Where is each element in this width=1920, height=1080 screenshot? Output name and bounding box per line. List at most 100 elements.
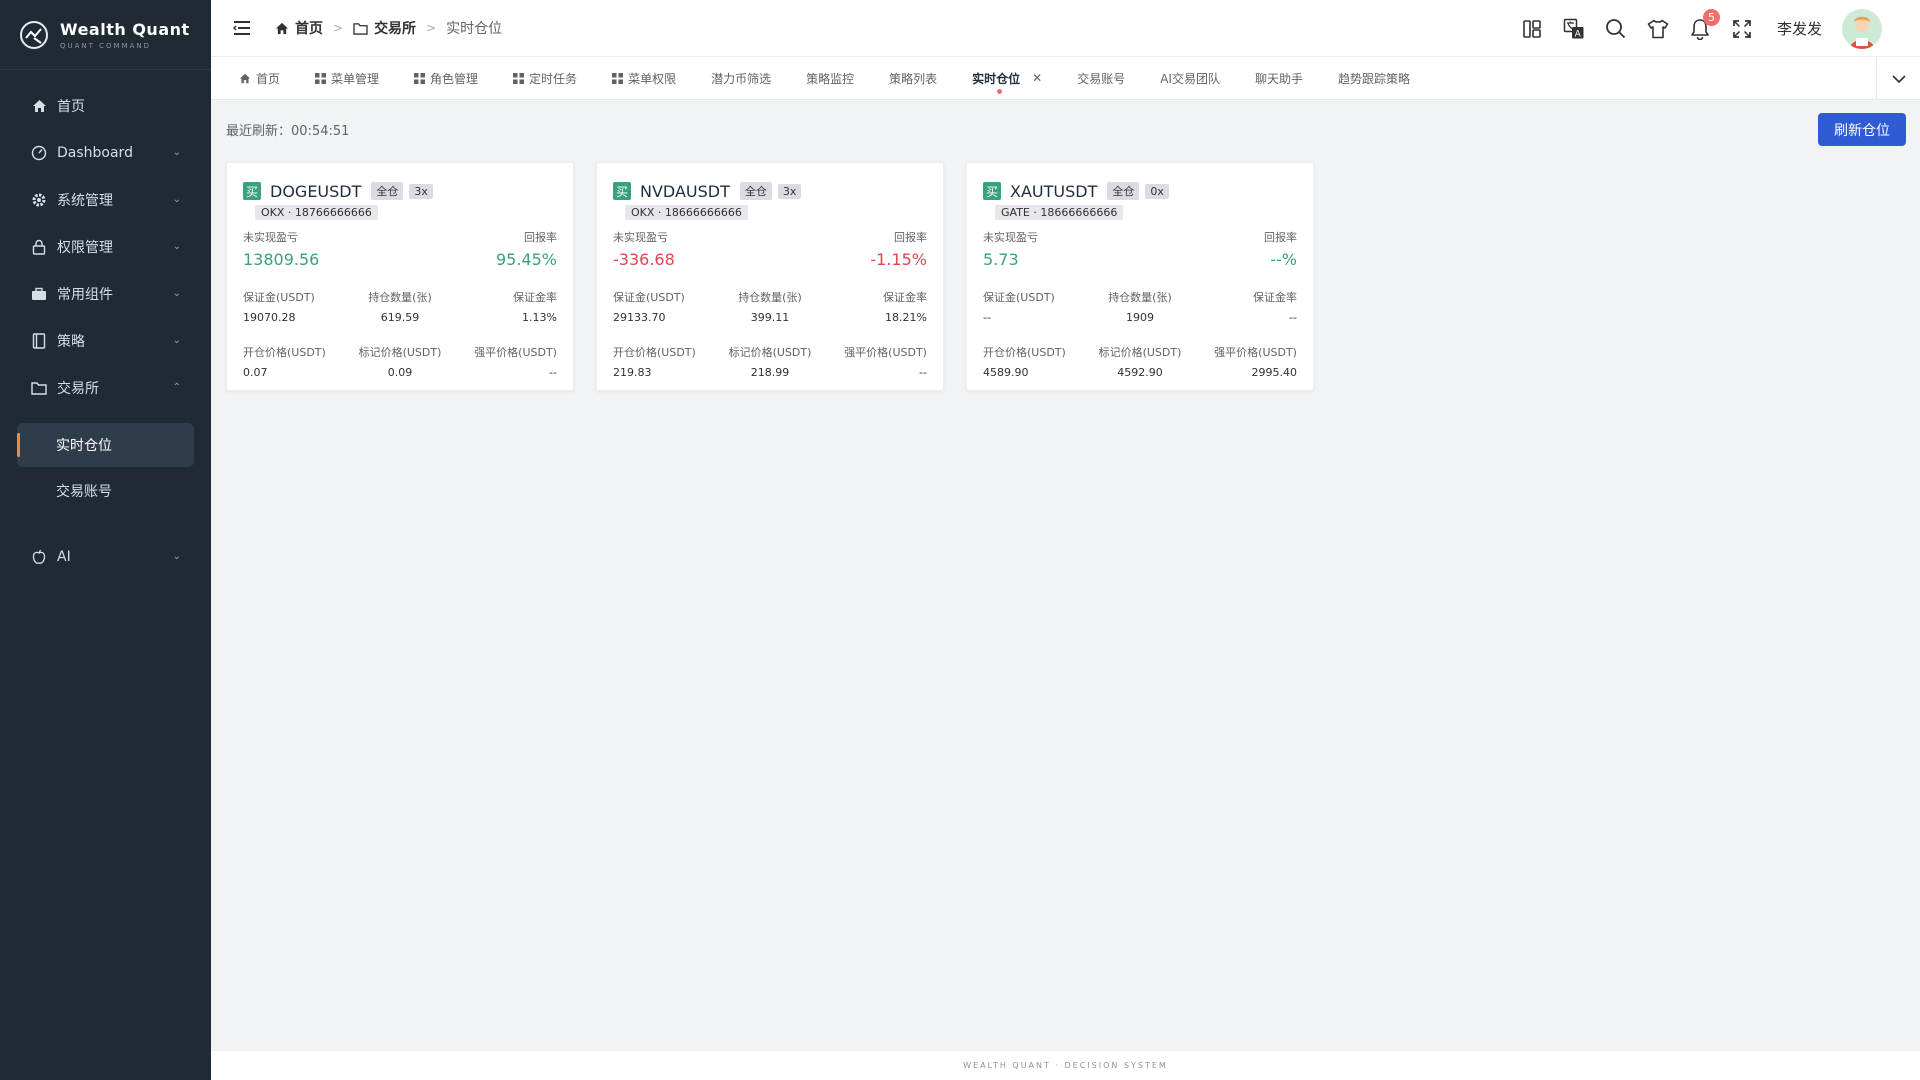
entry-price-value: 4589.90 — [983, 366, 1029, 379]
account-tag: OKX · 18766666666 — [255, 205, 378, 220]
account-tag: GATE · 18666666666 — [995, 205, 1124, 220]
margin-value: 29133.70 — [613, 311, 666, 324]
apple-icon — [31, 549, 47, 565]
margin-mode-tag: 全仓 — [739, 182, 772, 200]
bell-icon[interactable]: 5 — [1689, 8, 1720, 40]
entry-price-value: 0.07 — [243, 366, 268, 379]
sidebar-item-dashboard[interactable]: Dashboard ⌄ — [0, 129, 211, 176]
sidebar-menu: 首页 Dashboard ⌄ 系统管理 ⌄ 权限管理 ⌄ 常用组件 ⌄ 策略 ⌄ — [0, 82, 211, 580]
brand-logo[interactable]: Wealth Quant QUANT COMMAND — [0, 0, 211, 70]
brand-subtitle: QUANT COMMAND — [60, 41, 152, 50]
tab-role-management[interactable]: 角色管理 — [414, 57, 478, 100]
tab-trend-following[interactable]: 趋势跟踪策略 — [1338, 57, 1410, 100]
sidebar-item-label: AI — [57, 548, 71, 565]
chevron-down-icon: ⌄ — [172, 241, 181, 252]
last-refresh-time: 00:54:51 — [291, 124, 350, 139]
pnl-label: 未实现盈亏 — [613, 231, 668, 244]
liq-price-value: -- — [919, 366, 927, 379]
leverage-tag: 0x — [1145, 183, 1169, 199]
home-icon — [31, 98, 47, 114]
tab-strategy-list[interactable]: 策略列表 — [889, 57, 937, 100]
sidebar-subitem-label: 实时仓位 — [56, 438, 112, 454]
roe-value: -1.15% — [870, 250, 927, 269]
margin-rate-label: 保证金率 — [1252, 291, 1297, 304]
sidebar-item-exchange[interactable]: 交易所 ⌃ — [0, 364, 211, 411]
symbol: XAUTUSDT — [1010, 181, 1098, 201]
tab-menu-management[interactable]: 菜单管理 — [315, 57, 379, 100]
liq-price-value: 2995.40 — [1251, 366, 1297, 379]
tab-trading-accounts[interactable]: 交易账号 — [1077, 57, 1125, 100]
brand-name: Wealth Quant — [60, 19, 190, 39]
margin-mode-tag: 全仓 — [371, 182, 404, 200]
close-icon[interactable]: ✕ — [1032, 71, 1042, 85]
tab-home[interactable]: 首页 — [239, 57, 280, 100]
search-icon[interactable] — [1605, 18, 1627, 40]
briefcase-icon — [31, 286, 47, 302]
mark-price-value: 218.99 — [750, 366, 790, 379]
home-icon — [275, 22, 289, 35]
sidebar-item-label: 常用组件 — [57, 286, 113, 303]
breadcrumb-home[interactable]: 首页 — [275, 18, 323, 38]
sidebar-item-system[interactable]: 系统管理 ⌄ — [0, 176, 211, 223]
theme-shirt-icon[interactable] — [1647, 18, 1669, 40]
pnl-label: 未实现盈亏 — [243, 231, 298, 244]
lock-icon — [31, 239, 47, 255]
sidebar-item-home[interactable]: 首页 — [0, 82, 211, 129]
sidebar-item-permissions[interactable]: 权限管理 ⌄ — [0, 223, 211, 270]
grid-icon — [315, 72, 327, 84]
footer: WEALTH QUANT · DECISION SYSTEM — [211, 1050, 1920, 1080]
sidebar: Wealth Quant QUANT COMMAND 首页 Dashboard … — [0, 0, 211, 1080]
fullscreen-icon[interactable] — [1731, 18, 1753, 40]
sidebar-item-label: Dashboard — [57, 144, 133, 161]
margin-rate-value: 18.21% — [885, 311, 927, 324]
sidebar-subitem-trading-accounts[interactable]: 交易账号 — [17, 469, 194, 513]
margin-rate-value: 1.13% — [522, 311, 557, 324]
sidebar-subitem-live-positions[interactable]: 实时仓位 — [17, 423, 194, 467]
breadcrumb: 首页 > 交易所 > 实时仓位 — [275, 18, 502, 38]
tab-scheduled-tasks[interactable]: 定时任务 — [513, 57, 577, 100]
sidebar-item-strategy[interactable]: 策略 ⌄ — [0, 317, 211, 364]
buy-side-badge: 买 — [243, 182, 261, 200]
sidebar-item-label: 系统管理 — [57, 192, 113, 209]
qty-value: 619.59 — [380, 311, 420, 324]
roe-label: 回报率 — [1264, 231, 1297, 244]
position-card: 买 NVDAUSDT 全仓 3x OKX · 18666666666 未实现盈亏… — [596, 162, 944, 391]
tab-ai-trading-team[interactable]: AI交易团队 — [1160, 57, 1220, 100]
tab-live-positions[interactable]: 实时仓位 ✕ — [972, 57, 1042, 100]
tabs-dropdown-button[interactable] — [1876, 57, 1920, 100]
tab-chat-assistant[interactable]: 聊天助手 — [1255, 57, 1303, 100]
mark-price-value: 4592.90 — [1117, 366, 1163, 379]
layout-icon[interactable] — [1521, 18, 1543, 40]
folder-icon — [31, 380, 47, 396]
sidebar-item-ai[interactable]: AI ⌄ — [0, 533, 211, 580]
translate-icon[interactable]: A — [1563, 18, 1585, 40]
chevron-down-icon: ⌄ — [172, 194, 181, 205]
username[interactable]: 李发发 — [1777, 18, 1822, 39]
chevron-down-icon: ⌄ — [172, 147, 181, 158]
sidebar-item-label: 策略 — [57, 333, 85, 350]
margin-value: -- — [983, 311, 991, 324]
qty-value: 1909 — [1125, 311, 1154, 324]
position-card: 买 XAUTUSDT 全仓 0x GATE · 18666666666 未实现盈… — [966, 162, 1314, 391]
gear-icon — [31, 192, 47, 208]
breadcrumb-current: 实时仓位 — [446, 21, 503, 37]
folder-icon — [353, 22, 368, 35]
sidebar-subitem-label: 交易账号 — [56, 484, 112, 500]
sidebar-item-label: 交易所 — [57, 380, 99, 397]
refresh-positions-button[interactable]: 刷新仓位 — [1818, 113, 1906, 146]
logo-icon — [20, 20, 48, 49]
roe-value: --% — [1270, 250, 1297, 269]
top-header: 首页 > 交易所 > 实时仓位 A 5 李发发 — [211, 0, 1920, 57]
entry-price-label: 开仓价格(USDT) — [983, 346, 1066, 359]
breadcrumb-exchange[interactable]: 交易所 — [353, 18, 416, 38]
tabs-bar: 首页 菜单管理 角色管理 定时任务 菜单权限 潜力币筛选 策略监控 策略列表 实… — [211, 57, 1920, 100]
tab-coin-screener[interactable]: 潜力币筛选 — [711, 57, 771, 100]
menu-toggle-icon[interactable] — [232, 20, 251, 36]
last-refresh-label: 最近刷新： — [226, 124, 292, 139]
qty-label: 持仓数量(张) — [368, 291, 432, 304]
tab-strategy-monitor[interactable]: 策略监控 — [806, 57, 854, 100]
avatar[interactable] — [1842, 8, 1882, 49]
sidebar-item-components[interactable]: 常用组件 ⌄ — [0, 270, 211, 317]
tab-menu-permissions[interactable]: 菜单权限 — [612, 57, 676, 100]
margin-rate-label: 保证金率 — [512, 291, 557, 304]
